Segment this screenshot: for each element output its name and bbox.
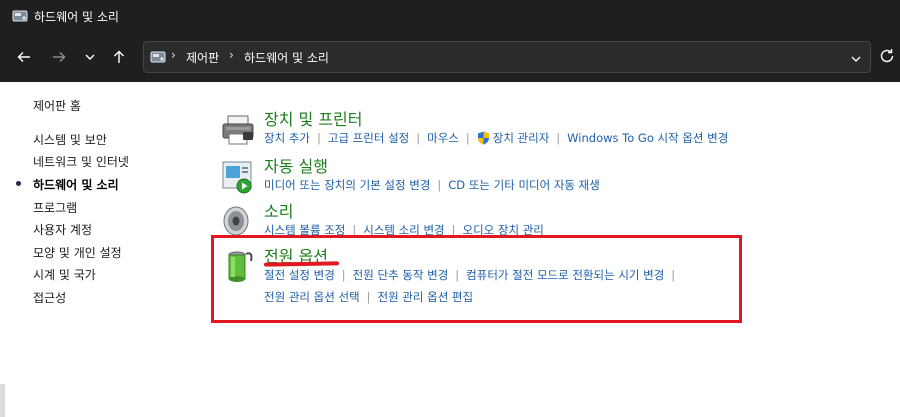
navigation-bar: › 제어판 › 하드웨어 및 소리 xyxy=(0,32,900,82)
address-dropdown-button[interactable] xyxy=(850,50,862,69)
sidebar-item-accessibility[interactable]: 접근성 xyxy=(33,289,66,306)
refresh-button[interactable] xyxy=(878,47,896,69)
chevron-down-icon xyxy=(851,56,861,62)
category-title-sound[interactable]: 소리 xyxy=(264,198,293,222)
up-button[interactable] xyxy=(107,45,131,69)
task-cd-autoplay[interactable]: CD 또는 기타 미디어 자동 재생 xyxy=(448,177,600,193)
left-edge-divider xyxy=(0,384,5,417)
window-title: 하드웨어 및 소리 xyxy=(34,10,119,24)
shield-icon xyxy=(477,131,490,148)
breadcrumb-separator: › xyxy=(171,48,176,62)
breadcrumb-control-panel[interactable]: 제어판 xyxy=(186,49,219,66)
sidebar-item-network[interactable]: 네트워크 및 인터넷 xyxy=(33,153,129,170)
printer-icon xyxy=(220,112,256,148)
sidebar: 제어판 홈 시스템 및 보안 네트워크 및 인터넷 하드웨어 및 소리 프로그램… xyxy=(0,82,200,417)
sidebar-item-hardware-sound[interactable]: 하드웨어 및 소리 xyxy=(33,176,119,193)
category-title-devices-printers[interactable]: 장치 및 프린터 xyxy=(264,106,363,130)
sidebar-item-system-security[interactable]: 시스템 및 보안 xyxy=(33,131,107,148)
forward-button[interactable] xyxy=(47,45,71,69)
breadcrumb-hardware-sound[interactable]: 하드웨어 및 소리 xyxy=(244,49,329,66)
sidebar-item-appearance[interactable]: 모양 및 개인 설정 xyxy=(33,244,122,261)
task-media-defaults[interactable]: 미디어 또는 장치의 기본 설정 변경 xyxy=(264,177,430,193)
refresh-icon xyxy=(880,49,894,63)
highlight-box xyxy=(211,235,742,323)
arrow-up-icon xyxy=(114,50,124,63)
task-add-device[interactable]: 장치 추가 xyxy=(264,130,310,146)
sidebar-item-programs[interactable]: 프로그램 xyxy=(33,199,77,216)
task-advanced-printer[interactable]: 고급 프린터 설정 xyxy=(328,130,409,146)
breadcrumb-separator: › xyxy=(229,48,234,62)
control-panel-icon xyxy=(150,49,166,68)
back-button[interactable] xyxy=(12,45,36,69)
address-bar[interactable]: › 제어판 › 하드웨어 및 소리 xyxy=(143,41,871,73)
control-panel-icon xyxy=(12,8,28,27)
task-mouse[interactable]: 마우스 xyxy=(427,130,459,146)
active-bullet xyxy=(16,181,21,186)
sidebar-item-clock-region[interactable]: 시계 및 국가 xyxy=(33,266,96,283)
arrow-left-icon xyxy=(17,52,30,62)
autoplay-icon xyxy=(220,159,256,195)
category-title-autoplay[interactable]: 자동 실행 xyxy=(264,153,328,177)
task-windows-to-go[interactable]: Windows To Go 시작 옵션 변경 xyxy=(567,130,728,146)
arrow-right-icon xyxy=(53,52,66,62)
task-list: 장치 추가 | 고급 프린터 설정 | 마우스 | 장치 관리자 | Windows To Go… xyxy=(264,130,728,148)
sidebar-item-user-accounts[interactable]: 사용자 계정 xyxy=(33,221,92,238)
recent-locations-button[interactable] xyxy=(78,45,102,69)
sidebar-item-home[interactable]: 제어판 홈 xyxy=(33,97,81,114)
task-device-manager[interactable]: 장치 관리자 xyxy=(493,130,550,146)
title-bar: 하드웨어 및 소리 xyxy=(0,0,900,32)
task-list: 미디어 또는 장치의 기본 설정 변경 | CD 또는 기타 미디어 자동 재생 xyxy=(264,177,600,193)
chevron-down-icon xyxy=(85,54,95,60)
